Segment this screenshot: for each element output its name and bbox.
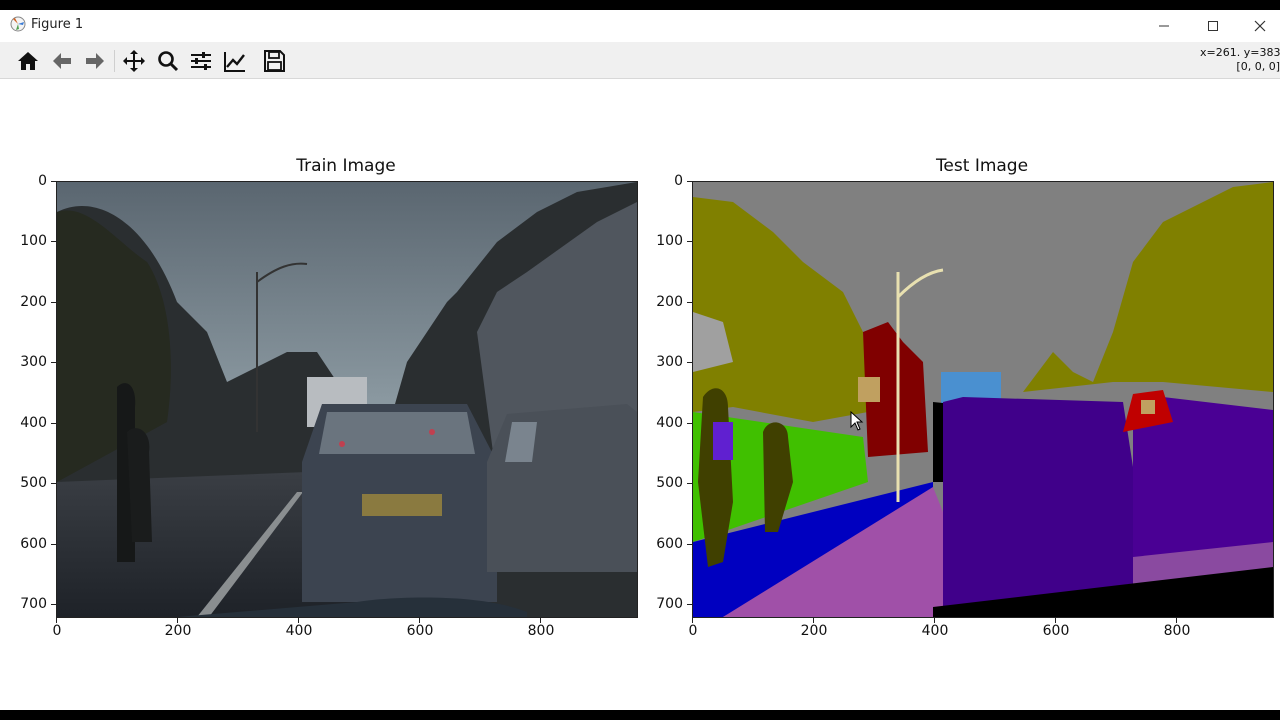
left-ytick-mark [51,302,56,303]
right-ytick-mark [687,604,692,605]
train-image-axes[interactable] [56,181,638,618]
left-ytick-mark [51,362,56,363]
right-xtick-label: 0 [688,623,698,639]
home-icon [18,52,38,70]
navigation-toolbar: x=261. y=383 [0, 0, 0] [0,42,1280,79]
arrow-right-icon [86,53,104,69]
right-ytick-mark [687,241,692,242]
right-ytick-label: 600 [656,536,683,552]
test-image-axes[interactable] [692,181,1274,618]
left-ytick-label: 100 [20,233,47,249]
close-button[interactable] [1237,10,1280,42]
left-xtick-label: 800 [527,623,555,639]
maximize-button[interactable] [1190,10,1236,42]
magnifier-icon [158,51,179,72]
left-ytick-mark [51,181,56,182]
left-ytick-label: 600 [20,536,47,552]
left-ytick-label: 400 [20,415,47,431]
zoom-button[interactable] [153,46,183,76]
arrow-left-icon [53,53,71,69]
train-image [57,182,637,617]
minimize-button[interactable] [1141,10,1187,42]
left-ytick-label: 500 [20,475,47,491]
configure-subplots-button[interactable] [186,46,216,76]
right-ytick-mark [687,302,692,303]
right-xtick-label: 600 [1042,623,1070,639]
save-figure-button[interactable] [259,46,289,76]
toolbar-separator [114,50,115,72]
back-button[interactable] [47,46,77,76]
minimize-icon [1159,25,1169,27]
right-ytick-mark [687,362,692,363]
move-icon [123,50,145,72]
segmentation-mask [693,182,1273,617]
right-ytick-label: 400 [656,415,683,431]
right-ytick-mark [687,181,692,182]
line-chart-icon [224,52,245,72]
save-icon [264,50,285,72]
right-xtick-label: 200 [800,623,828,639]
right-ytick-label: 700 [656,596,683,612]
right-ytick-label: 300 [656,354,683,370]
right-xtick-label: 800 [1163,623,1191,639]
edit-axis-button[interactable] [220,46,250,76]
figure-window: Figure 1 x=261. y=383 [0, 0, 0] Train Im… [0,10,1280,710]
home-button[interactable] [13,46,43,76]
mouse-cursor-icon [850,411,864,431]
title-bar: Figure 1 [0,10,1280,42]
matplotlib-icon [10,16,26,32]
right-ytick-label: 0 [674,173,683,189]
left-ytick-label: 200 [20,294,47,310]
right-ytick-mark [687,544,692,545]
right-ytick-mark [687,483,692,484]
right-ytick-label: 100 [656,233,683,249]
maximize-icon [1208,21,1218,31]
left-axes-title: Train Image [296,156,396,176]
cursor-coordinates: x=261. y=383 [0, 0, 0] [1200,46,1280,74]
left-xtick-label: 200 [164,623,192,639]
right-axes-title: Test Image [935,156,1029,176]
left-ytick-mark [51,423,56,424]
pan-button[interactable] [119,46,149,76]
left-xtick-label: 0 [52,623,62,639]
close-icon [1254,20,1266,32]
left-ytick-label: 300 [20,354,47,370]
left-xtick-label: 400 [285,623,313,639]
right-xtick-label: 400 [921,623,949,639]
left-ytick-label: 0 [38,173,47,189]
left-ytick-label: 700 [20,596,47,612]
right-ytick-label: 500 [656,475,683,491]
left-ytick-mark [51,544,56,545]
left-ytick-mark [51,483,56,484]
left-ytick-mark [51,241,56,242]
right-ytick-label: 200 [656,294,683,310]
coords-pixel-value: [0, 0, 0] [1236,60,1280,73]
sliders-icon [191,52,211,70]
window-title: Figure 1 [31,17,84,32]
left-xtick-label: 600 [406,623,434,639]
right-ytick-mark [687,423,692,424]
coords-xy: x=261. y=383 [1200,46,1280,59]
left-ytick-mark [51,604,56,605]
forward-button[interactable] [80,46,110,76]
